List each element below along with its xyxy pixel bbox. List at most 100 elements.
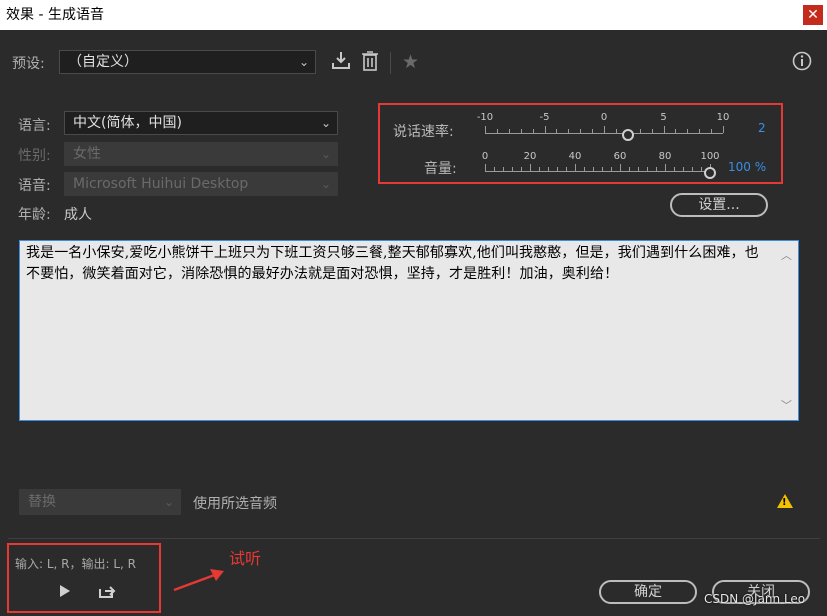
speech-rate-minor-tick — [687, 129, 689, 133]
gender-select: 女性 ⌄ — [64, 142, 338, 166]
speech-rate-minor-tick — [556, 129, 558, 133]
speech-text-input[interactable]: 我是一名小保安,爱吃小熊饼干上班只为下班工资只够三餐,整天郁郁寡欢,他们叫我憨憨… — [19, 240, 799, 421]
save-preset-icon[interactable] — [331, 50, 351, 74]
annotation-arrow-icon — [173, 569, 224, 592]
star-icon[interactable]: ★ — [402, 51, 419, 73]
replace-value: 替换 — [28, 494, 56, 510]
volume-tick-label: 0 — [481, 151, 489, 162]
replace-select: 替换 ⌄ — [19, 489, 181, 515]
speech-rate-tick-label: -5 — [539, 112, 550, 123]
volume-minor-tick — [557, 167, 558, 171]
voice-value: Microsoft Huihui Desktop — [73, 176, 249, 192]
close-icon[interactable]: ✕ — [803, 5, 823, 25]
speech-rate-tick-label: -10 — [476, 112, 494, 123]
window-title: 效果 - 生成语音 — [6, 7, 104, 23]
gender-value: 女性 — [73, 146, 101, 162]
play-icon[interactable] — [58, 583, 72, 603]
speech-rate-minor-tick — [615, 129, 617, 133]
speech-rate-minor-tick — [568, 129, 570, 133]
footer-divider — [8, 538, 820, 539]
chevron-down-icon: ⌄ — [320, 116, 331, 130]
volume-minor-tick — [584, 167, 585, 171]
volume-minor-tick — [647, 167, 648, 171]
speech-rate-minor-tick — [699, 129, 701, 133]
volume-thumb[interactable] — [704, 167, 716, 179]
volume-minor-tick — [629, 167, 630, 171]
volume-tick-label: 60 — [613, 151, 627, 162]
volume-tick-label: 40 — [568, 151, 582, 162]
ok-button[interactable]: 确定 — [599, 580, 697, 604]
volume-major-tick — [620, 164, 621, 171]
volume-major-tick — [485, 164, 486, 171]
io-channels: 输入: L, R，输出: L, R — [15, 557, 137, 571]
preset-label: 预设: — [12, 56, 45, 72]
warning-mark: ! — [782, 497, 787, 508]
info-icon[interactable] — [792, 51, 812, 75]
volume-major-tick — [530, 164, 531, 171]
speech-rate-tick-label: 10 — [716, 112, 730, 123]
volume-minor-tick — [548, 167, 549, 171]
preview-annotation: 试听 — [229, 549, 262, 568]
speech-rate-value[interactable]: 2 — [758, 121, 766, 135]
speech-text: 我是一名小保安,爱吃小熊饼干上班只为下班工资只够三餐,整天郁郁寡欢,他们叫我憨憨… — [26, 245, 759, 282]
volume-minor-tick — [512, 167, 513, 171]
speech-rate-major-tick — [544, 126, 546, 133]
age-value: 成人 — [64, 207, 92, 223]
speech-rate-track[interactable] — [485, 133, 723, 134]
volume-minor-tick — [593, 167, 594, 171]
chevron-down-icon: ⌄ — [298, 55, 309, 69]
volume-minor-tick — [566, 167, 567, 171]
speech-rate-minor-tick — [496, 129, 498, 133]
speech-rate-minor-tick — [508, 129, 510, 133]
volume-value[interactable]: 100 % — [728, 160, 766, 174]
preset-select[interactable]: （自定义） ⌄ — [59, 50, 316, 74]
chevron-down-icon: ⌄ — [163, 495, 174, 509]
language-value: 中文(简体，中国) — [73, 115, 182, 131]
speech-rate-minor-tick — [592, 129, 594, 133]
volume-minor-tick — [701, 167, 702, 171]
speech-rate-minor-tick — [711, 129, 713, 133]
volume-track[interactable] — [485, 171, 710, 172]
chevron-down-icon: ⌄ — [320, 147, 331, 161]
volume-tick-label: 80 — [658, 151, 672, 162]
speech-rate-tick-label: 5 — [660, 112, 667, 123]
voice-select: Microsoft Huihui Desktop ⌄ — [64, 172, 338, 196]
volume-minor-tick — [503, 167, 504, 171]
volume-minor-tick — [683, 167, 684, 171]
voice-label: 语音: — [18, 178, 51, 194]
speech-rate-minor-tick — [532, 129, 534, 133]
volume-minor-tick — [692, 167, 693, 171]
speech-rate-minor-tick — [520, 129, 522, 133]
volume-minor-tick — [539, 167, 540, 171]
volume-minor-tick — [656, 167, 657, 171]
speech-rate-major-tick — [663, 126, 665, 133]
loop-icon[interactable] — [97, 582, 117, 604]
preset-value: （自定义） — [68, 54, 138, 70]
volume-minor-tick — [674, 167, 675, 171]
use-selected-audio-label: 使用所选音频 — [193, 496, 277, 512]
language-label: 语言: — [18, 118, 51, 134]
chevron-down-icon: ⌄ — [320, 177, 331, 191]
speech-rate-minor-tick — [651, 129, 653, 133]
volume-minor-tick — [602, 167, 603, 171]
language-select[interactable]: 中文(简体，中国) ⌄ — [64, 111, 338, 135]
volume-major-tick — [665, 164, 666, 171]
preview-highlight-box — [7, 543, 161, 613]
speech-rate-major-tick — [723, 126, 724, 133]
volume-tick-label: 20 — [523, 151, 537, 162]
title-bar: 效果 - 生成语音 ✕ — [0, 0, 827, 30]
volume-label: 音量: — [424, 161, 457, 177]
age-label: 年龄: — [18, 207, 51, 223]
speech-rate-minor-tick — [675, 129, 677, 133]
speech-rate-tick-label: 0 — [600, 112, 608, 123]
volume-minor-tick — [521, 167, 522, 171]
settings-button[interactable]: 设置... — [670, 193, 768, 217]
speech-rate-minor-tick — [580, 129, 582, 133]
speech-rate-major-tick — [485, 126, 486, 133]
speech-rate-major-tick — [604, 126, 605, 133]
watermark: CSDN @Jann Leo — [704, 592, 806, 606]
delete-preset-icon[interactable] — [361, 50, 379, 76]
scroll-up-icon[interactable]: ︿ — [781, 245, 792, 266]
speech-rate-thumb[interactable] — [621, 129, 634, 141]
scroll-down-icon[interactable]: ﹀ — [781, 395, 792, 416]
